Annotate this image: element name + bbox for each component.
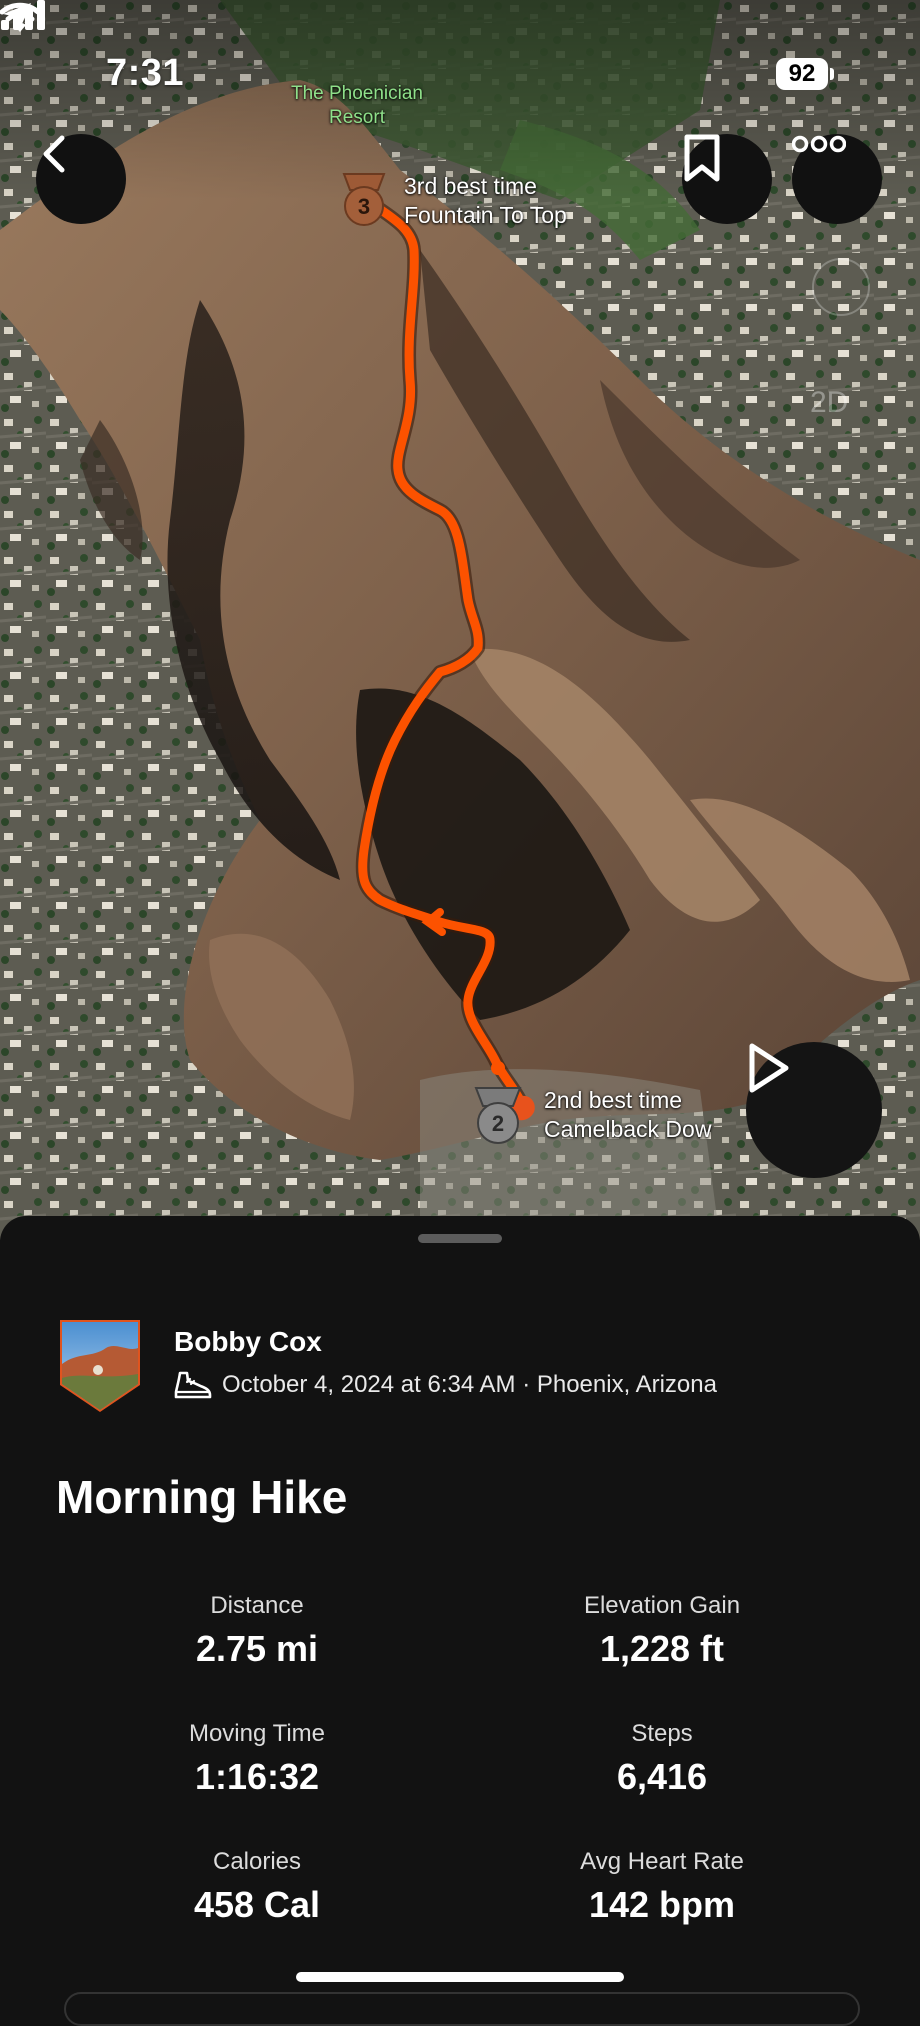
bookmark-icon [684,134,720,182]
bookmark-button[interactable] [682,134,772,224]
chevron-left-icon [43,135,65,173]
route-start-dot [491,1061,505,1075]
play-icon [749,1043,789,1093]
stat-elevation-gain: Elevation Gain 1,228 ft [583,1592,741,1669]
athlete-name[interactable]: Bobby Cox [174,1326,322,1358]
more-options-button[interactable] [792,134,882,224]
sheet-grabber[interactable] [418,1234,502,1243]
medal-number: 3 [358,194,370,219]
segment-label-bottom[interactable]: 2nd best time Camelback Dow [544,1086,711,1144]
activity-meta: October 4, 2024 at 6:34 AM · Phoenix, Ar… [174,1370,717,1400]
back-button[interactable] [36,134,126,224]
segment-label-top[interactable]: 3rd best time Fountain To Top [404,172,567,230]
activity-title: Morning Hike [56,1471,348,1523]
wifi-icon [0,2,40,32]
stat-distance: Distance 2.75 mi [195,1592,319,1669]
avatar[interactable] [58,1318,142,1414]
stat-steps: Steps 6,416 [616,1720,708,1797]
map-3d-toggle[interactable] [812,258,870,316]
home-indicator[interactable] [296,1972,624,1982]
more-dots-icon [792,135,846,153]
next-card-edge [64,1992,860,2026]
shoe-icon [174,1371,212,1399]
activity-sheet: Bobby Cox October 4, 2024 at 6:34 AM · P… [0,1216,920,2000]
activity-date-location: October 4, 2024 at 6:34 AM · Phoenix, Ar… [222,1371,717,1398]
stat-avg-heart-rate: Avg Heart Rate 142 bpm [580,1848,744,1925]
route-map[interactable]: The Phoenician Resort 2D 3 3rd best time… [0,0,920,1240]
map-2d-toggle[interactable]: 2D [810,384,848,422]
medal-number: 2 [492,1111,504,1136]
status-time: 7:31 [106,52,185,94]
play-flyover-button[interactable] [746,1042,882,1178]
battery-indicator: 92 [776,58,834,90]
stat-moving-time: Moving Time 1:16:32 [188,1720,326,1797]
status-bar: 7:31 92 [0,0,920,150]
stat-calories: Calories 458 Cal [193,1848,321,1925]
